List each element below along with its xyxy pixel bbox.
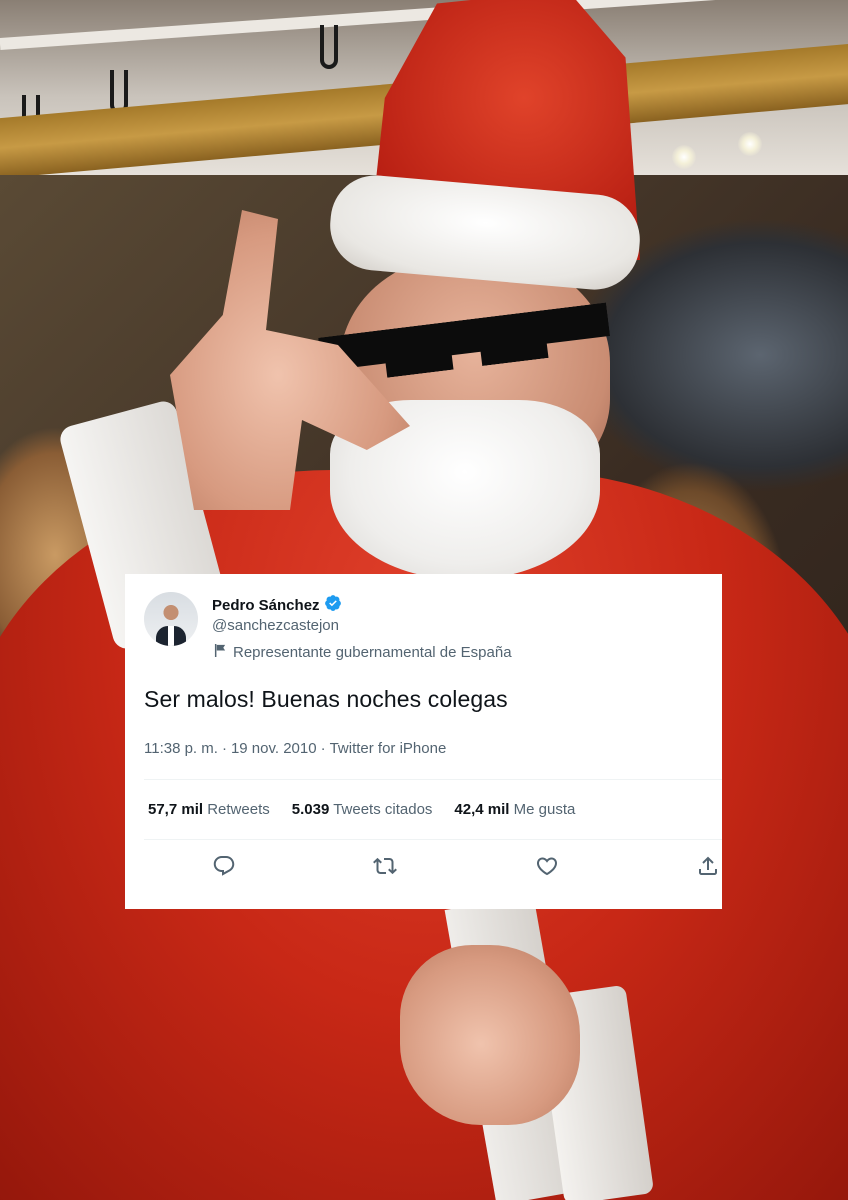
author-name[interactable]: Pedro Sánchez <box>212 597 320 614</box>
tweet-date[interactable]: 19 nov. 2010 <box>231 740 317 757</box>
verified-badge-icon <box>324 594 342 617</box>
divider <box>144 779 722 780</box>
meta-separator: · <box>320 740 326 757</box>
tweet-text: Ser malos! Buenas noches colegas <box>144 686 508 712</box>
likes-count: 42,4 mil <box>454 801 510 818</box>
author-row: Pedro Sánchez <box>212 594 342 617</box>
tweet-card: Pedro Sánchez @sanchezcastejon Represent… <box>125 574 722 909</box>
action-bar <box>125 854 722 884</box>
reply-icon[interactable] <box>212 854 236 878</box>
retweets-count: 57,7 mil <box>148 801 204 818</box>
tweet-stats: 57,7 mil Retweets 5.039 Tweets citados 4… <box>148 801 575 818</box>
light-reflection <box>738 132 762 156</box>
author-handle[interactable]: @sanchezcastejon <box>212 617 339 634</box>
quotes-stat[interactable]: 5.039 Tweets citados <box>292 801 433 818</box>
thumb-hand <box>400 945 580 1125</box>
quotes-label: Tweets citados <box>333 801 433 818</box>
retweets-label: Retweets <box>207 801 270 818</box>
tweet-time[interactable]: 11:38 p. m. <box>144 740 218 757</box>
share-icon[interactable] <box>696 854 720 878</box>
likes-label: Me gusta <box>513 801 576 818</box>
like-icon[interactable] <box>535 854 559 878</box>
tweet-source[interactable]: Twitter for iPhone <box>330 740 447 757</box>
divider <box>144 839 722 840</box>
flag-icon <box>214 644 227 661</box>
account-label: Representante gubernamental de España <box>233 644 512 661</box>
retweet-icon[interactable] <box>373 854 397 878</box>
government-label: Representante gubernamental de España <box>214 644 512 661</box>
quotes-count: 5.039 <box>291 801 330 818</box>
avatar[interactable] <box>144 592 198 646</box>
meta-separator: · <box>221 740 227 757</box>
likes-stat[interactable]: 42,4 mil Me gusta <box>454 801 575 818</box>
tweet-meta: 11:38 p. m. · 19 nov. 2010 · Twitter for… <box>144 740 446 757</box>
light-reflection <box>672 145 696 169</box>
retweets-stat[interactable]: 57,7 mil Retweets <box>148 801 270 818</box>
coat-hook <box>320 25 338 69</box>
